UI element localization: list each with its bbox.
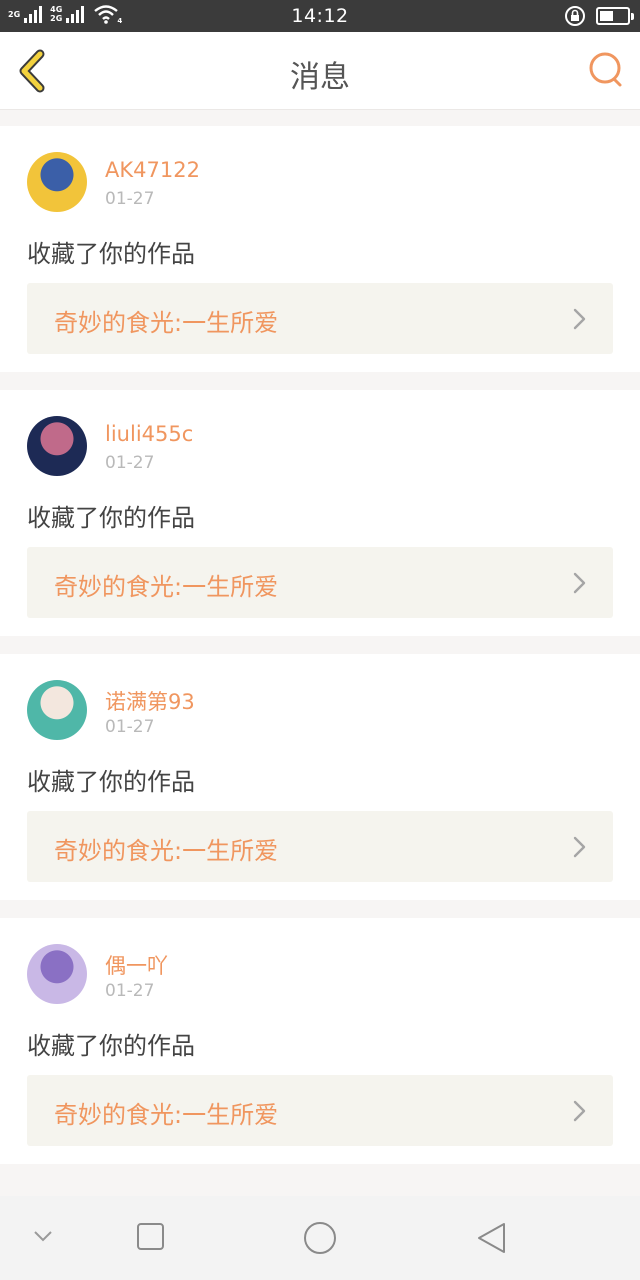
chevron-right-icon (573, 836, 586, 858)
work-link[interactable]: 奇妙的食光:一生所爱 (27, 547, 613, 618)
battery-icon (596, 7, 634, 25)
message-action: 收藏了你的作品 (27, 768, 195, 796)
avatar[interactable] (27, 944, 87, 1004)
work-title: 奇妙的食光:一生所爱 (54, 309, 279, 337)
recents-icon (137, 1223, 164, 1250)
status-right (564, 5, 634, 27)
status-bar: 2G 4G 2G 4 14:12 (0, 0, 640, 32)
collapse-icon (34, 1231, 52, 1242)
work-link[interactable]: 奇妙的食光:一生所爱 (27, 1075, 613, 1146)
message-action: 收藏了你的作品 (27, 240, 195, 268)
message-list: AK47122 01-27 收藏了你的作品 奇妙的食光:一生所爱 liuli45… (0, 126, 640, 1182)
message-card: liuli455c 01-27 收藏了你的作品 奇妙的食光:一生所爱 (0, 390, 640, 636)
recents-button[interactable] (136, 1222, 166, 1252)
work-title: 奇妙的食光:一生所爱 (54, 1101, 279, 1129)
message-action: 收藏了你的作品 (27, 504, 195, 532)
avatar[interactable] (27, 416, 87, 476)
username[interactable]: AK47122 (105, 158, 200, 182)
back-triangle-icon (478, 1223, 505, 1253)
message-date: 01-27 (105, 717, 155, 737)
message-action: 收藏了你的作品 (27, 1032, 195, 1060)
message-date: 01-27 (105, 189, 155, 209)
home-icon (304, 1222, 336, 1254)
home-button[interactable] (302, 1220, 338, 1256)
chevron-right-icon (573, 572, 586, 594)
work-title: 奇妙的食光:一生所爱 (54, 573, 279, 601)
message-date: 01-27 (105, 453, 155, 473)
work-title: 奇妙的食光:一生所爱 (54, 837, 279, 865)
status-time: 14:12 (291, 5, 349, 27)
message-card: 诺满第93 01-27 收藏了你的作品 奇妙的食光:一生所爱 (0, 654, 640, 900)
search-icon (589, 52, 622, 87)
avatar[interactable] (27, 680, 87, 740)
collapse-button[interactable] (30, 1226, 56, 1246)
message-date: 01-27 (105, 981, 155, 1001)
system-nav-bar (0, 1196, 640, 1280)
username[interactable]: liuli455c (105, 422, 193, 446)
username[interactable]: 偶一吖 (105, 950, 168, 980)
rotation-lock-icon (565, 6, 585, 26)
search-button[interactable] (586, 50, 626, 90)
message-card: 偶一吖 01-27 收藏了你的作品 奇妙的食光:一生所爱 (0, 918, 640, 1164)
back-nav-button[interactable] (474, 1220, 508, 1256)
chevron-right-icon (573, 308, 586, 330)
avatar[interactable] (27, 152, 87, 212)
battery-level (600, 11, 613, 21)
message-card: AK47122 01-27 收藏了你的作品 奇妙的食光:一生所爱 (0, 126, 640, 372)
header: 消息 (0, 32, 640, 110)
work-link[interactable]: 奇妙的食光:一生所爱 (27, 283, 613, 354)
chevron-right-icon (573, 1100, 586, 1122)
page-title: 消息 (290, 60, 350, 95)
username[interactable]: 诺满第93 (105, 686, 195, 716)
work-link[interactable]: 奇妙的食光:一生所爱 (27, 811, 613, 882)
